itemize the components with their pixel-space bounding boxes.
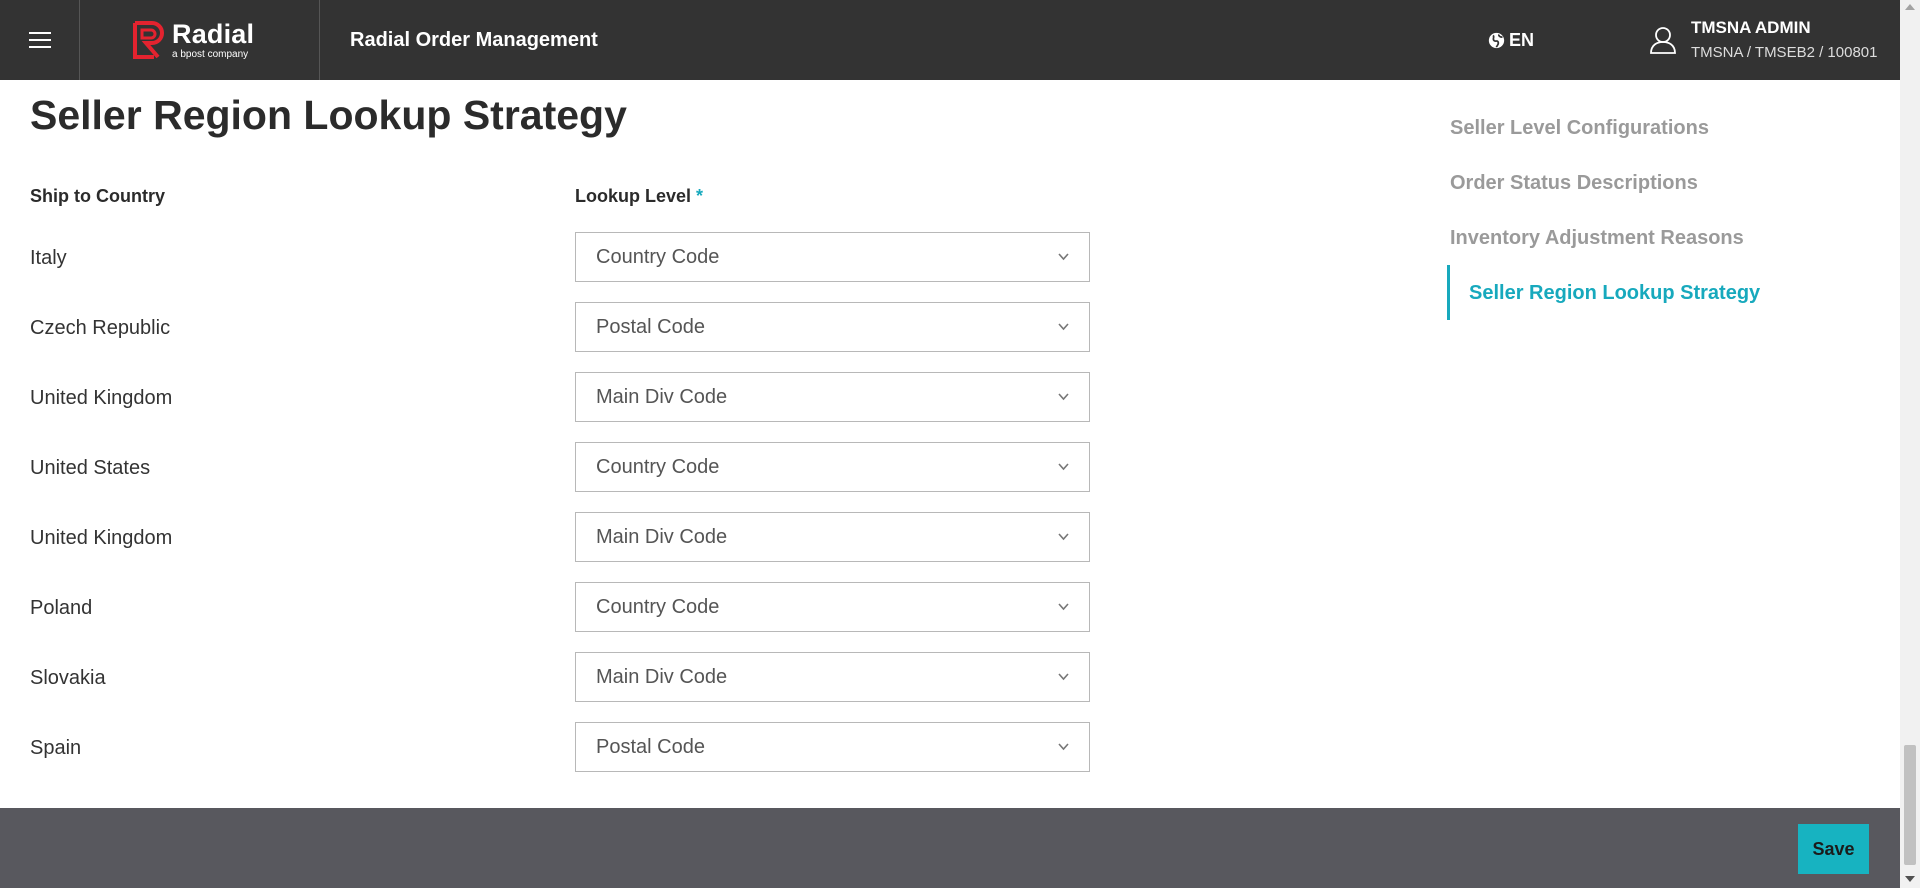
- country-label: United Kingdom: [30, 527, 173, 549]
- active-nav-indicator: [1447, 265, 1450, 320]
- nav-seller-level-configurations[interactable]: Seller Level Configurations: [1450, 117, 1709, 140]
- select-value: Postal Code: [596, 735, 705, 758]
- chevron-down-icon: [1058, 253, 1069, 261]
- select-value: Country Code: [596, 595, 720, 618]
- user-icon[interactable]: [1650, 26, 1676, 54]
- globe-icon: [1488, 32, 1505, 48]
- brand-name: Radial: [172, 18, 255, 49]
- app-title: Radial Order Management: [350, 29, 598, 51]
- chevron-down-icon: [1058, 393, 1069, 401]
- select-value: Postal Code: [596, 315, 705, 338]
- nav-order-status-descriptions[interactable]: Order Status Descriptions: [1450, 172, 1698, 195]
- scroll-down-arrow-icon[interactable]: [1905, 876, 1915, 882]
- select-value: Country Code: [596, 455, 720, 478]
- select-value: Main Div Code: [596, 665, 728, 688]
- footer-bar: [0, 808, 1900, 888]
- chevron-down-icon: [1058, 743, 1069, 751]
- top-bar: Radial a bpost company Radial Order Mana…: [0, 0, 1900, 80]
- chevron-down-icon: [1058, 463, 1069, 471]
- vertical-scrollbar[interactable]: [1900, 0, 1920, 888]
- country-label: Italy: [30, 247, 67, 269]
- lookup-level-select[interactable]: Country Code: [575, 582, 1090, 632]
- select-value: Main Div Code: [596, 525, 728, 548]
- user-name: TMSNA ADMIN: [1691, 18, 1811, 37]
- scroll-thumb[interactable]: [1904, 745, 1916, 865]
- lookup-level-select[interactable]: Postal Code: [575, 302, 1090, 352]
- column-header-lookup-label: Lookup Level: [575, 186, 692, 206]
- chevron-down-icon: [1058, 533, 1069, 541]
- lookup-level-select[interactable]: Main Div Code: [575, 372, 1090, 422]
- column-header-lookup: Lookup Level *: [575, 186, 703, 207]
- country-label: Spain: [30, 737, 82, 759]
- scroll-up-arrow-icon[interactable]: [1905, 4, 1915, 10]
- language-label: EN: [1509, 29, 1535, 50]
- column-header-country: Ship to Country: [30, 186, 165, 206]
- lookup-level-select[interactable]: Postal Code: [575, 722, 1090, 772]
- lookup-level-select[interactable]: Main Div Code: [575, 652, 1090, 702]
- chevron-down-icon: [1058, 603, 1069, 611]
- select-value: Main Div Code: [596, 385, 728, 408]
- select-value: Country Code: [596, 245, 720, 268]
- menu-button[interactable]: [0, 0, 80, 80]
- chevron-down-icon: [1058, 323, 1069, 331]
- nav-inventory-adjustment-reasons[interactable]: Inventory Adjustment Reasons: [1450, 227, 1744, 250]
- country-label: Slovakia: [30, 667, 106, 689]
- radial-logo-icon: [133, 21, 164, 59]
- lookup-level-select[interactable]: Country Code: [575, 232, 1090, 282]
- brand-subtitle: a bpost company: [172, 48, 249, 60]
- chevron-down-icon: [1058, 673, 1069, 681]
- country-label: Czech Republic: [30, 317, 171, 339]
- save-button[interactable]: Save: [1798, 824, 1869, 874]
- lookup-level-select[interactable]: Main Div Code: [575, 512, 1090, 562]
- language-selector[interactable]: EN: [1488, 0, 1534, 80]
- user-context: TMSNA / TMSEB2 / 100801: [1691, 44, 1878, 61]
- nav-seller-region-lookup-strategy[interactable]: Seller Region Lookup Strategy: [1469, 282, 1760, 305]
- lookup-level-select[interactable]: Country Code: [575, 442, 1090, 492]
- required-mark: *: [696, 186, 704, 206]
- hamburger-icon: [28, 32, 51, 48]
- country-label: United Kingdom: [30, 387, 173, 409]
- page-title: Seller Region Lookup Strategy: [30, 92, 627, 138]
- brand-logo[interactable]: Radial a bpost company: [80, 0, 320, 80]
- user-info[interactable]: TMSNA ADMIN TMSNA / TMSEB2 / 100801: [1691, 18, 1877, 61]
- country-label: Poland: [30, 597, 93, 619]
- country-label: United States: [30, 457, 151, 479]
